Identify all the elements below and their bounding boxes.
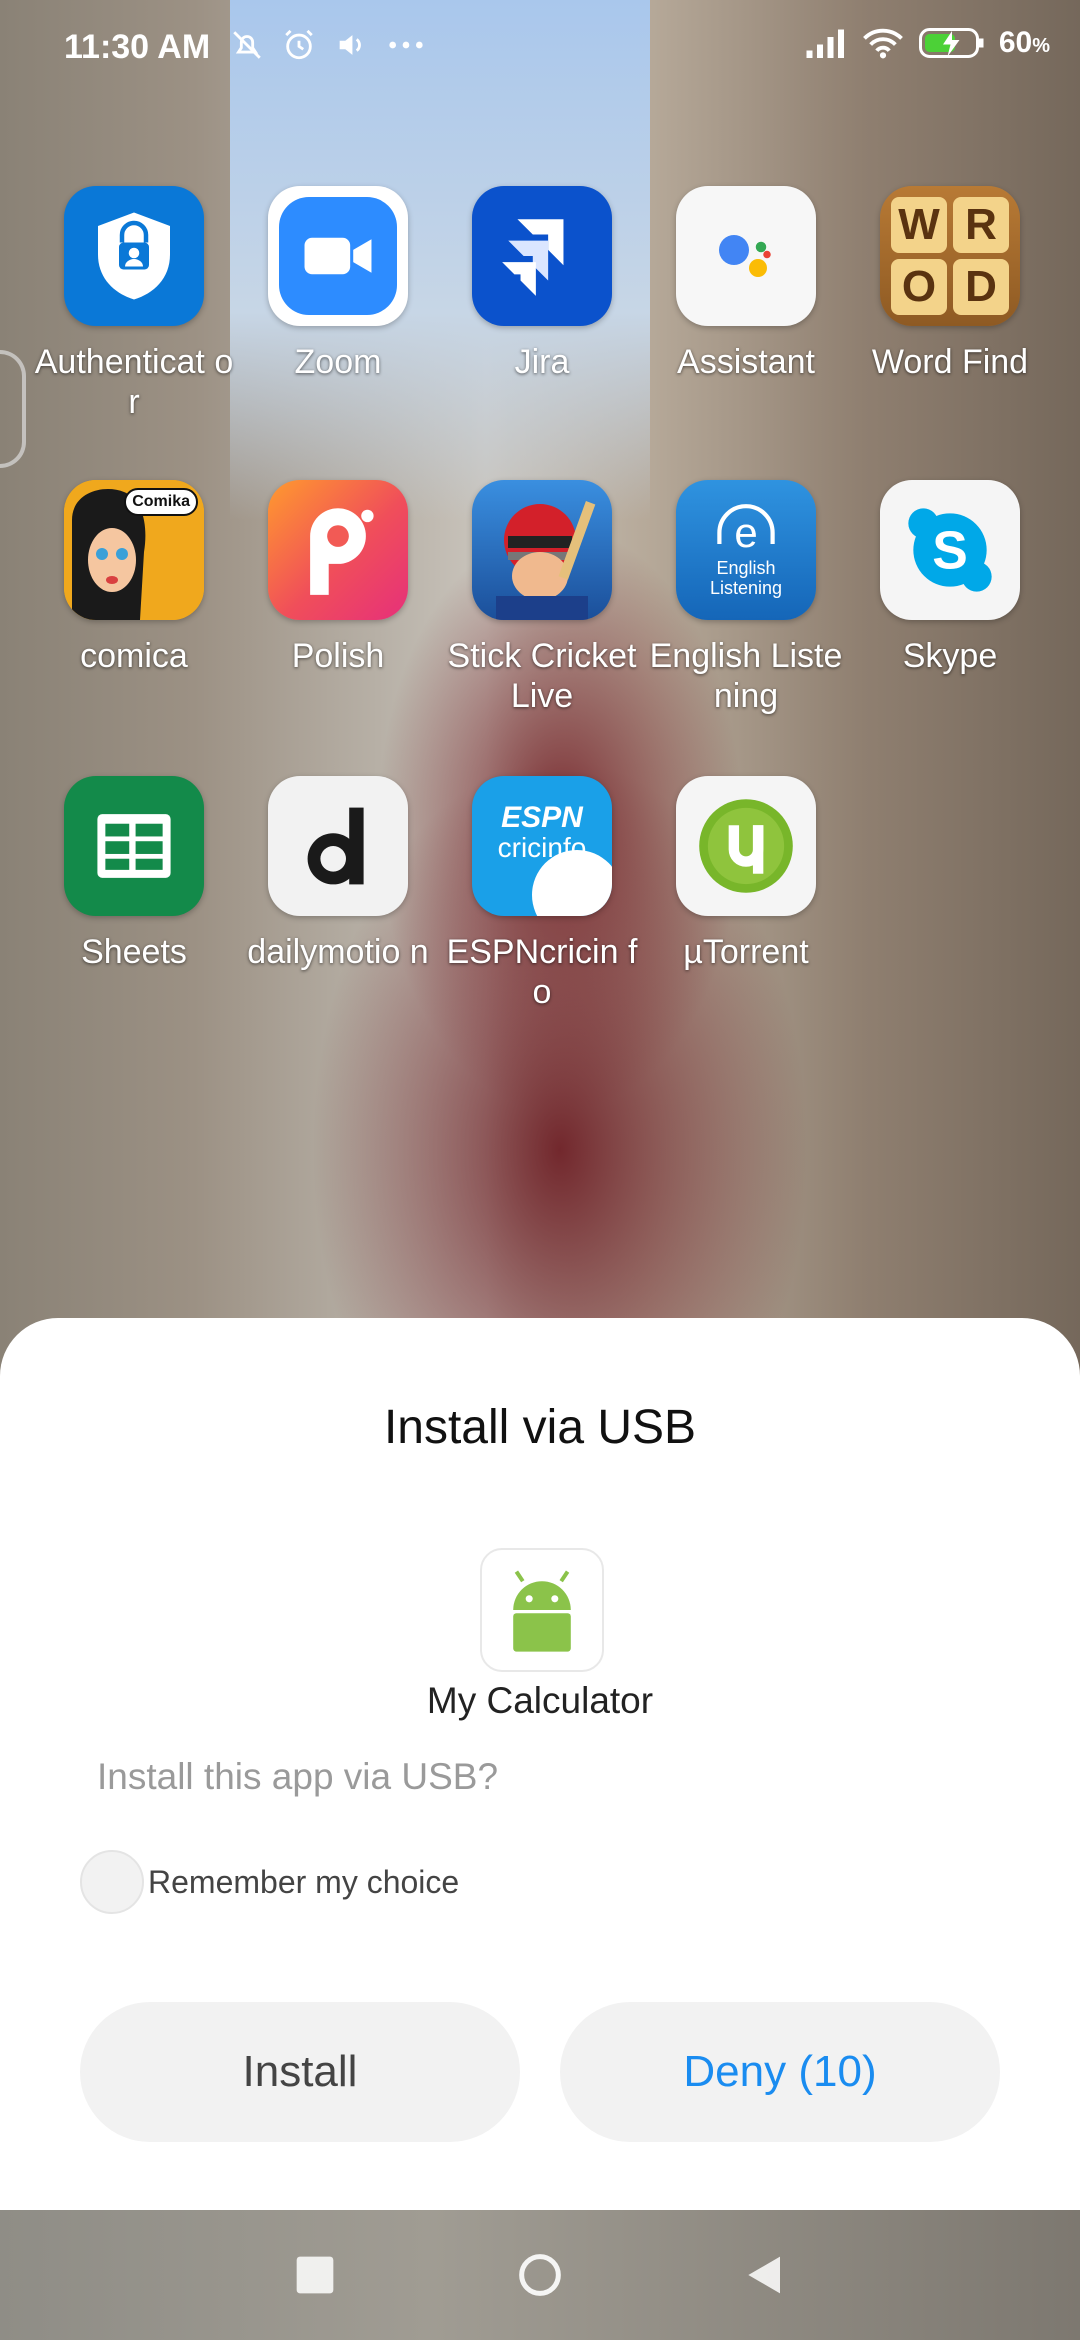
mute-bell-icon — [233, 31, 261, 59]
icon-caption-1: English — [716, 558, 776, 578]
assistant-icon — [676, 186, 816, 326]
app-authenticator[interactable]: Authenticat or — [32, 186, 236, 422]
install-dialog: Install via USB My Calculator Install th… — [0, 1318, 1080, 2210]
app-label: Assistant — [677, 343, 815, 381]
app-label: µTorrent — [683, 933, 809, 971]
dialog-question: Install this app via USB? — [97, 1756, 499, 1797]
app-label: ESPNcricin fo — [446, 933, 638, 1011]
app-skype[interactable]: S Skype — [848, 480, 1052, 676]
polish-icon — [268, 480, 408, 620]
app-label: comica — [80, 637, 188, 675]
remember-choice-row[interactable]: Remember my choice — [80, 1848, 459, 1916]
more-dots-icon — [389, 41, 423, 49]
english-listening-icon: e English Listening — [676, 480, 816, 620]
comica-bubble: Comika — [124, 488, 198, 516]
deny-button[interactable]: Deny (10) — [560, 2002, 1000, 2142]
sheets-icon — [64, 776, 204, 916]
app-comica[interactable]: Comika comica — [32, 480, 236, 676]
tile-d: D — [953, 259, 1009, 315]
volume-icon — [339, 35, 361, 55]
espn-wordmark: ESPN — [501, 801, 583, 834]
app-label: Sheets — [81, 933, 187, 971]
edge-handle[interactable] — [0, 350, 26, 468]
navigation-bar — [0, 2210, 1080, 2340]
app-label: Word Find — [871, 343, 1029, 381]
app-assistant[interactable]: Assistant — [644, 186, 848, 382]
wifi-icon — [862, 28, 903, 59]
stick-cricket-icon — [472, 480, 612, 620]
signal-icon — [806, 29, 844, 58]
app-dailymotion[interactable]: dailymotio n — [236, 776, 440, 972]
skype-icon: S — [880, 480, 1020, 620]
espncricinfo-icon: ESPN cricinfo — [472, 776, 612, 916]
tile-w: W — [891, 197, 947, 253]
android-app-icon — [480, 1548, 604, 1672]
remember-label: Remember my choice — [148, 1863, 460, 1900]
icon-caption-2: Listening — [709, 578, 783, 598]
app-label: Skype — [902, 637, 998, 675]
remember-checkbox[interactable] — [80, 1850, 144, 1914]
word-find-icon: W R O D — [880, 186, 1020, 326]
alarm-icon — [285, 29, 313, 60]
app-label: Polish — [291, 637, 385, 675]
app-sheets[interactable]: Sheets — [32, 776, 236, 972]
app-label: dailymotio n — [247, 933, 429, 971]
svg-text:S: S — [932, 521, 968, 580]
app-stick-cricket-live[interactable]: Stick Cricket Live — [440, 480, 644, 716]
authenticator-icon — [64, 186, 204, 326]
status-time: 11:30 AM — [64, 28, 211, 66]
app-english-listening[interactable]: e English Listening English Listening — [644, 480, 848, 716]
battery-percent: 60% — [998, 26, 1050, 59]
zoom-icon — [268, 186, 408, 326]
install-button[interactable]: Install — [80, 2002, 520, 2142]
app-polish[interactable]: Polish — [236, 480, 440, 676]
dailymotion-icon — [268, 776, 408, 916]
back-triangle-icon[interactable] — [740, 2250, 790, 2300]
app-label: Jira — [514, 343, 570, 381]
recents-square-icon[interactable] — [290, 2250, 340, 2300]
app-jira[interactable]: Jira — [440, 186, 644, 382]
dialog-title: Install via USB — [383, 1401, 697, 1454]
battery-charging-icon — [918, 28, 984, 58]
tile-o: O — [891, 259, 947, 315]
status-icons-left — [230, 28, 426, 62]
utorrent-icon — [676, 776, 816, 916]
app-label: Zoom — [294, 343, 382, 381]
tile-r: R — [953, 197, 1009, 253]
dialog-app-name: My Calculator — [426, 1680, 654, 1721]
status-bar: 11:30 AM 60% — [0, 0, 1080, 96]
status-icons-right: 60% — [805, 26, 1050, 60]
home-circle-icon[interactable] — [515, 2250, 565, 2300]
app-label: Stick Cricket Live — [447, 637, 637, 715]
app-zoom[interactable]: Zoom — [236, 186, 440, 382]
app-label: English Listening — [649, 637, 843, 715]
jira-icon — [472, 186, 612, 326]
app-espncricinfo[interactable]: ESPN cricinfo ESPNcricin fo — [440, 776, 644, 1012]
app-utorrent[interactable]: µTorrent — [644, 776, 848, 972]
app-label: Authenticat or — [34, 343, 234, 421]
comica-icon: Comika — [64, 480, 204, 620]
app-word-find[interactable]: W R O D Word Find — [848, 186, 1052, 382]
svg-text:e: e — [734, 509, 757, 556]
